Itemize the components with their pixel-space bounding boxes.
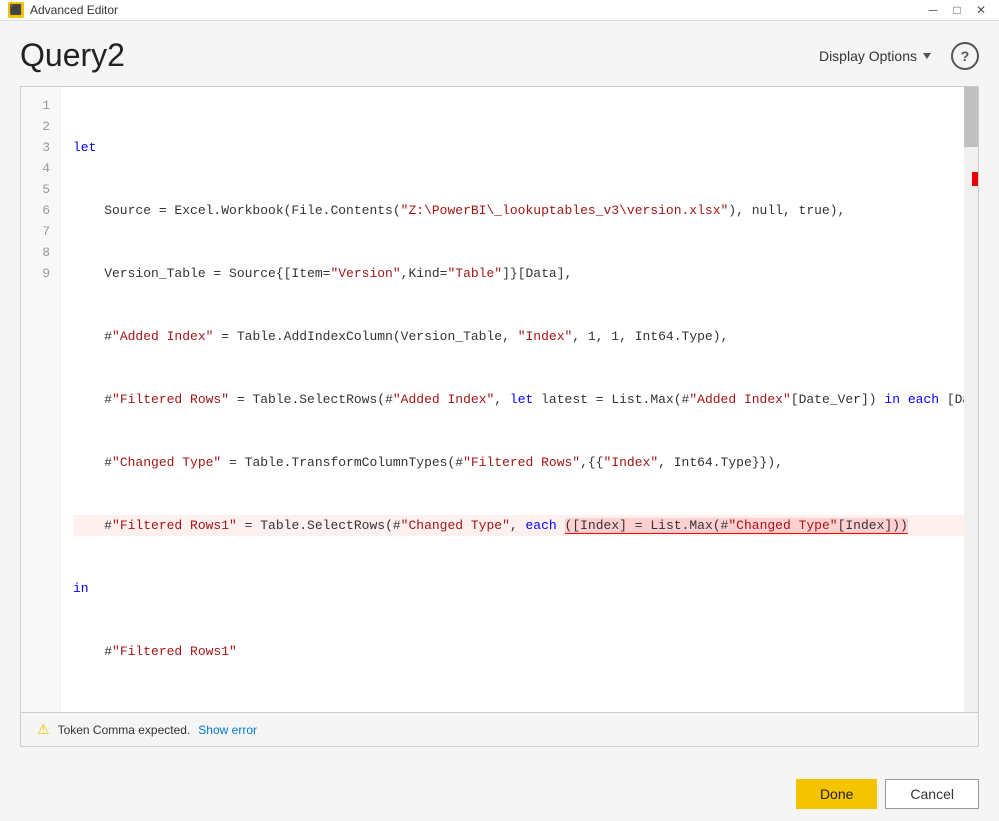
code-line-6: #"Changed Type" = Table.TransformColumnT… bbox=[73, 452, 978, 473]
display-options-button[interactable]: Display Options bbox=[811, 44, 939, 68]
code-line-7: #"Filtered Rows1" = Table.SelectRows(#"C… bbox=[73, 515, 978, 536]
scrollbar-thumb[interactable] bbox=[964, 87, 978, 147]
minimize-button[interactable]: ─ bbox=[923, 0, 943, 20]
code-line-4: #"Added Index" = Table.AddIndexColumn(Ve… bbox=[73, 326, 978, 347]
error-indicator bbox=[972, 172, 978, 186]
code-line-9: #"Filtered Rows1" bbox=[73, 641, 978, 662]
window-title: Advanced Editor bbox=[30, 3, 118, 17]
code-line-2: Source = Excel.Workbook(File.Contents("Z… bbox=[73, 200, 978, 221]
close-button[interactable]: ✕ bbox=[971, 0, 991, 20]
line-num-9: 9 bbox=[21, 263, 60, 284]
status-bar: ⚠ Token Comma expected. Show error bbox=[21, 712, 978, 746]
footer: Done Cancel bbox=[0, 767, 999, 821]
scrollbar-track[interactable] bbox=[964, 87, 978, 712]
warning-icon: ⚠ bbox=[37, 721, 50, 738]
line-numbers: 1 2 3 4 5 6 7 8 9 bbox=[21, 87, 61, 712]
query-title: Query2 bbox=[20, 37, 125, 74]
title-bar: ⬛ Advanced Editor ─ □ ✕ bbox=[0, 0, 999, 21]
header: Query2 Display Options ? bbox=[20, 21, 979, 86]
display-options-label: Display Options bbox=[819, 48, 917, 64]
done-button[interactable]: Done bbox=[796, 779, 877, 809]
line-num-7: 7 bbox=[21, 221, 60, 242]
code-editor[interactable]: 1 2 3 4 5 6 7 8 9 let Source = Excel.Wor… bbox=[20, 86, 979, 747]
app-icon: ⬛ bbox=[8, 2, 24, 18]
chevron-down-icon bbox=[923, 53, 931, 59]
status-message: Token Comma expected. bbox=[58, 723, 191, 737]
line-num-5: 5 bbox=[21, 179, 60, 200]
code-line-3: Version_Table = Source{[Item="Version",K… bbox=[73, 263, 978, 284]
code-area[interactable]: 1 2 3 4 5 6 7 8 9 let Source = Excel.Wor… bbox=[21, 87, 978, 712]
cancel-button[interactable]: Cancel bbox=[885, 779, 979, 809]
show-error-link[interactable]: Show error bbox=[198, 723, 257, 737]
line-num-3: 3 bbox=[21, 137, 60, 158]
maximize-button[interactable]: □ bbox=[947, 0, 967, 20]
main-content: Query2 Display Options ? 1 2 3 4 5 6 7 8… bbox=[0, 21, 999, 767]
help-button[interactable]: ? bbox=[951, 42, 979, 70]
code-line-5: #"Filtered Rows" = Table.SelectRows(#"Ad… bbox=[73, 389, 978, 410]
line-num-1: 1 bbox=[21, 95, 60, 116]
line-num-2: 2 bbox=[21, 116, 60, 137]
code-line-8: in bbox=[73, 578, 978, 599]
code-line-1: let bbox=[73, 137, 978, 158]
window-controls: ─ □ ✕ bbox=[923, 0, 991, 20]
line-num-8: 8 bbox=[21, 242, 60, 263]
code-content[interactable]: let Source = Excel.Workbook(File.Content… bbox=[61, 87, 978, 712]
header-right: Display Options ? bbox=[811, 42, 979, 70]
line-num-4: 4 bbox=[21, 158, 60, 179]
line-num-6: 6 bbox=[21, 200, 60, 221]
